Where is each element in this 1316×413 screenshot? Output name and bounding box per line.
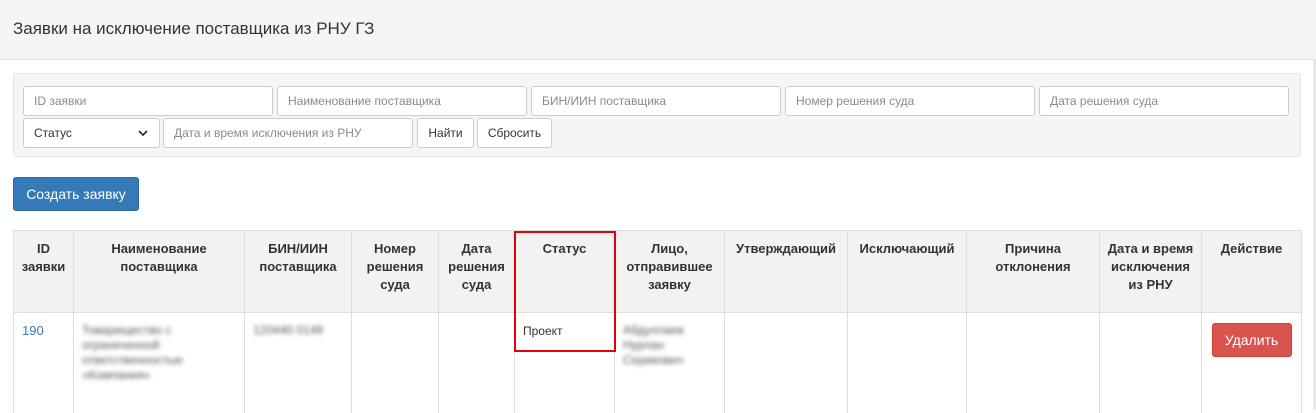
column-header-sender[interactable]: Лицо, отправившее заявку xyxy=(614,230,725,313)
request-id-input[interactable] xyxy=(23,86,273,116)
delete-button[interactable]: Удалить xyxy=(1211,323,1292,357)
cell-court-decision-date xyxy=(438,312,515,413)
sender-text: Абдуллаев Нурлан Серикович xyxy=(623,323,684,367)
court-decision-date-input[interactable] xyxy=(1039,86,1289,116)
status-text: Проект xyxy=(523,324,563,338)
status-select[interactable]: Статус xyxy=(23,118,160,148)
cell-sender: Абдуллаев Нурлан Серикович xyxy=(614,312,725,413)
cell-status: Проект xyxy=(514,312,615,413)
supplier-name-text: Товарищество с ограниченной ответственно… xyxy=(82,323,183,382)
column-header-court-decision-number[interactable]: Номер решения суда xyxy=(351,230,439,313)
requests-table: ID заявки Наименование поставщика БИН/ИИ… xyxy=(13,230,1302,413)
status-select-value: Статус xyxy=(34,126,72,140)
column-header-supplier-name[interactable]: Наименование поставщика xyxy=(73,230,245,313)
page-header: Заявки на исключение поставщика из РНУ Г… xyxy=(0,0,1316,60)
cell-court-decision-number xyxy=(351,312,439,413)
column-header-id[interactable]: ID заявки xyxy=(13,230,74,313)
page-title: Заявки на исключение поставщика из РНУ Г… xyxy=(13,19,375,38)
column-header-exclusion-datetime[interactable]: Дата и время исключения из РНУ xyxy=(1099,230,1202,313)
bin-text: 120440 0149 xyxy=(253,323,324,337)
column-header-rejection-reason[interactable]: Причина отклонения xyxy=(966,230,1100,313)
create-request-button[interactable]: Создать заявку xyxy=(13,177,139,211)
table-header-row: ID заявки Наименование поставщика БИН/ИИ… xyxy=(13,230,1302,313)
court-decision-number-input[interactable] xyxy=(785,86,1035,116)
reset-button[interactable]: Сбросить xyxy=(477,118,552,148)
column-header-action: Действие xyxy=(1201,230,1302,313)
chevron-down-icon xyxy=(138,130,148,137)
column-header-excluder[interactable]: Исключающий xyxy=(847,230,967,313)
cell-id: 190 xyxy=(13,312,74,413)
cell-excluder xyxy=(847,312,967,413)
filter-panel: Статус Найти Сбросить xyxy=(13,73,1301,157)
column-header-court-decision-date[interactable]: Дата решения суда xyxy=(438,230,515,313)
column-header-status[interactable]: Статус xyxy=(514,230,615,313)
column-header-approver[interactable]: Утверждающий xyxy=(724,230,848,313)
column-header-bin[interactable]: БИН/ИИН поставщика xyxy=(244,230,352,313)
supplier-name-input[interactable] xyxy=(277,86,527,116)
bin-input[interactable] xyxy=(531,86,781,116)
cell-action: Удалить xyxy=(1201,312,1302,413)
cell-exclusion-datetime xyxy=(1099,312,1202,413)
table-row: 190 Товарищество с ограниченной ответств… xyxy=(13,312,1302,413)
cell-supplier-name: Товарищество с ограниченной ответственно… xyxy=(73,312,245,413)
cell-bin: 120440 0149 xyxy=(244,312,352,413)
cell-rejection-reason xyxy=(966,312,1100,413)
search-button[interactable]: Найти xyxy=(417,118,474,148)
exclusion-datetime-input[interactable] xyxy=(163,118,413,148)
request-id-link[interactable]: 190 xyxy=(22,323,44,338)
cell-approver xyxy=(724,312,848,413)
